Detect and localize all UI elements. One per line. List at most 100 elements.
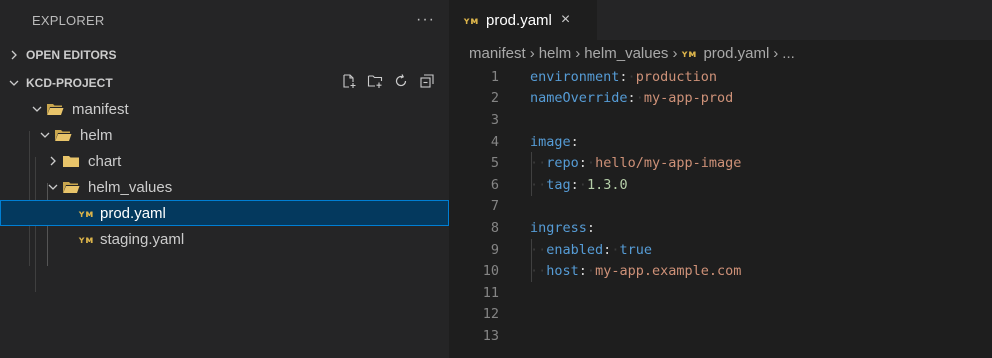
explorer-title: EXPLORER bbox=[32, 12, 105, 28]
yaml-key: tag bbox=[546, 176, 571, 193]
line-number: 13 bbox=[482, 327, 499, 344]
code-line[interactable]: 13 bbox=[449, 325, 992, 347]
chevron-down-icon bbox=[44, 181, 62, 193]
yaml-value: my-app-prod bbox=[643, 90, 734, 107]
editor-area: ʏᴍʟ prod.yaml × manifest › helm › helm_v… bbox=[449, 0, 992, 358]
whitespace-marker: ·· bbox=[530, 176, 547, 193]
yaml-key: image bbox=[530, 133, 571, 150]
tab-prod-yaml[interactable]: ʏᴍʟ prod.yaml × bbox=[449, 0, 597, 40]
code-line[interactable]: 3 bbox=[449, 109, 992, 131]
chevron-right-icon: › bbox=[529, 44, 535, 62]
indent-guide bbox=[531, 152, 532, 196]
new-file-icon[interactable] bbox=[341, 73, 357, 89]
code-line[interactable]: 2 nameOverride:·my-app-prod bbox=[449, 88, 992, 110]
line-content: ··host:·my-app.example.com bbox=[530, 263, 742, 280]
yaml-key: environment bbox=[530, 68, 620, 85]
line-content: environment:·production bbox=[530, 68, 717, 85]
code-line[interactable]: 1 environment:·production bbox=[449, 66, 992, 88]
yaml-key: host bbox=[546, 263, 579, 280]
yaml-key: ingress bbox=[530, 219, 587, 236]
open-editors-section[interactable]: OPEN EDITORS bbox=[0, 42, 449, 68]
more-actions-button[interactable]: ··· bbox=[416, 11, 435, 29]
breadcrumb-item[interactable]: ... bbox=[782, 45, 795, 62]
yaml-key: repo bbox=[546, 155, 579, 172]
whitespace-marker: ·· bbox=[530, 155, 547, 172]
yaml-value: production bbox=[635, 68, 717, 85]
code-line[interactable]: 12 bbox=[449, 304, 992, 326]
chevron-right-icon: › bbox=[773, 44, 779, 62]
line-number: 10 bbox=[482, 263, 499, 280]
line-number: 8 bbox=[490, 219, 499, 236]
yaml-file-icon: ʏᴍʟ bbox=[78, 206, 94, 220]
svg-text:ʏᴍʟ: ʏᴍʟ bbox=[463, 16, 479, 25]
folder-open-icon bbox=[46, 102, 66, 116]
line-content: ··repo:·hello/my-app-image bbox=[530, 155, 742, 172]
editor-tabs: ʏᴍʟ prod.yaml × bbox=[449, 0, 992, 40]
tree-folder-manifest[interactable]: manifest bbox=[0, 96, 449, 122]
tree-label: staging.yaml bbox=[100, 230, 185, 248]
line-number: 5 bbox=[490, 155, 499, 172]
line-content: ··tag:·1.3.0 bbox=[530, 176, 628, 193]
yaml-value: true bbox=[619, 241, 652, 258]
breadcrumb-item[interactable]: manifest bbox=[469, 45, 526, 62]
new-folder-icon[interactable] bbox=[367, 73, 383, 89]
tree-file-prod-yaml[interactable]: ʏᴍʟ prod.yaml bbox=[0, 200, 449, 226]
project-actions bbox=[341, 73, 435, 89]
chevron-right-icon bbox=[44, 155, 62, 167]
yaml-value: my-app.example.com bbox=[595, 263, 742, 280]
line-content: ··enabled:·true bbox=[530, 241, 652, 258]
line-number: 9 bbox=[490, 241, 499, 258]
line-number: 11 bbox=[482, 284, 499, 301]
explorer-header: EXPLORER ··· bbox=[0, 0, 449, 40]
code-line[interactable]: 7 bbox=[449, 196, 992, 218]
tree-label: helm_values bbox=[88, 178, 173, 196]
tree-folder-helm-values[interactable]: helm_values bbox=[0, 174, 449, 200]
folder-icon bbox=[62, 154, 82, 168]
breadcrumb: manifest › helm › helm_values › ʏᴍʟ prod… bbox=[449, 40, 992, 66]
chevron-right-icon: › bbox=[575, 44, 581, 62]
tree-file-staging-yaml[interactable]: ʏᴍʟ staging.yaml bbox=[0, 226, 449, 252]
line-number: 7 bbox=[490, 198, 499, 215]
tree-label: chart bbox=[88, 152, 122, 170]
yaml-key: nameOverride bbox=[530, 90, 628, 107]
chevron-down-icon bbox=[36, 129, 54, 141]
explorer-sidebar: EXPLORER ··· OPEN EDITORS KCD-PROJECT ma… bbox=[0, 0, 449, 358]
svg-text:ʏᴍʟ: ʏᴍʟ bbox=[681, 49, 697, 58]
tree-label: helm bbox=[80, 126, 113, 144]
tree-folder-chart[interactable]: chart bbox=[0, 148, 449, 174]
code-editor[interactable]: 1 environment:·production 2 nameOverride:·m… bbox=[449, 66, 992, 347]
yaml-value: hello/my-app-image bbox=[595, 155, 742, 172]
breadcrumb-item[interactable]: helm_values bbox=[584, 45, 668, 62]
open-editors-label: OPEN EDITORS bbox=[26, 48, 117, 62]
yaml-value: 1.3.0 bbox=[586, 176, 628, 193]
line-number: 12 bbox=[482, 306, 499, 323]
project-section[interactable]: KCD-PROJECT bbox=[0, 70, 449, 96]
yaml-key: enabled bbox=[546, 241, 604, 258]
line-number: 2 bbox=[490, 90, 499, 107]
refresh-icon[interactable] bbox=[393, 73, 409, 89]
tree-folder-helm[interactable]: helm bbox=[0, 122, 449, 148]
line-content: ingress: bbox=[530, 219, 596, 236]
tree-label: manifest bbox=[72, 100, 129, 118]
code-line[interactable]: 4 image: bbox=[449, 131, 992, 153]
chevron-down-icon bbox=[8, 77, 26, 89]
code-line[interactable]: 8 ingress: bbox=[449, 217, 992, 239]
project-label: KCD-PROJECT bbox=[26, 76, 113, 90]
line-number: 1 bbox=[490, 68, 499, 85]
collapse-all-icon[interactable] bbox=[419, 73, 435, 89]
close-icon[interactable]: × bbox=[561, 11, 570, 29]
code-line[interactable]: 11 bbox=[449, 282, 992, 304]
tree-label: prod.yaml bbox=[100, 204, 166, 222]
svg-text:ʏᴍʟ: ʏᴍʟ bbox=[78, 209, 94, 218]
folder-open-icon bbox=[54, 128, 74, 142]
breadcrumb-item[interactable]: helm bbox=[539, 45, 572, 62]
line-number: 3 bbox=[490, 111, 499, 128]
whitespace-marker: ·· bbox=[530, 263, 547, 280]
tab-label: prod.yaml bbox=[486, 11, 552, 29]
line-number: 6 bbox=[490, 176, 499, 193]
line-content: image: bbox=[530, 133, 579, 150]
svg-text:ʏᴍʟ: ʏᴍʟ bbox=[78, 235, 94, 244]
chevron-right-icon: › bbox=[672, 44, 678, 62]
breadcrumb-item[interactable]: prod.yaml bbox=[703, 45, 769, 62]
yaml-file-icon: ʏᴍʟ bbox=[681, 45, 702, 62]
